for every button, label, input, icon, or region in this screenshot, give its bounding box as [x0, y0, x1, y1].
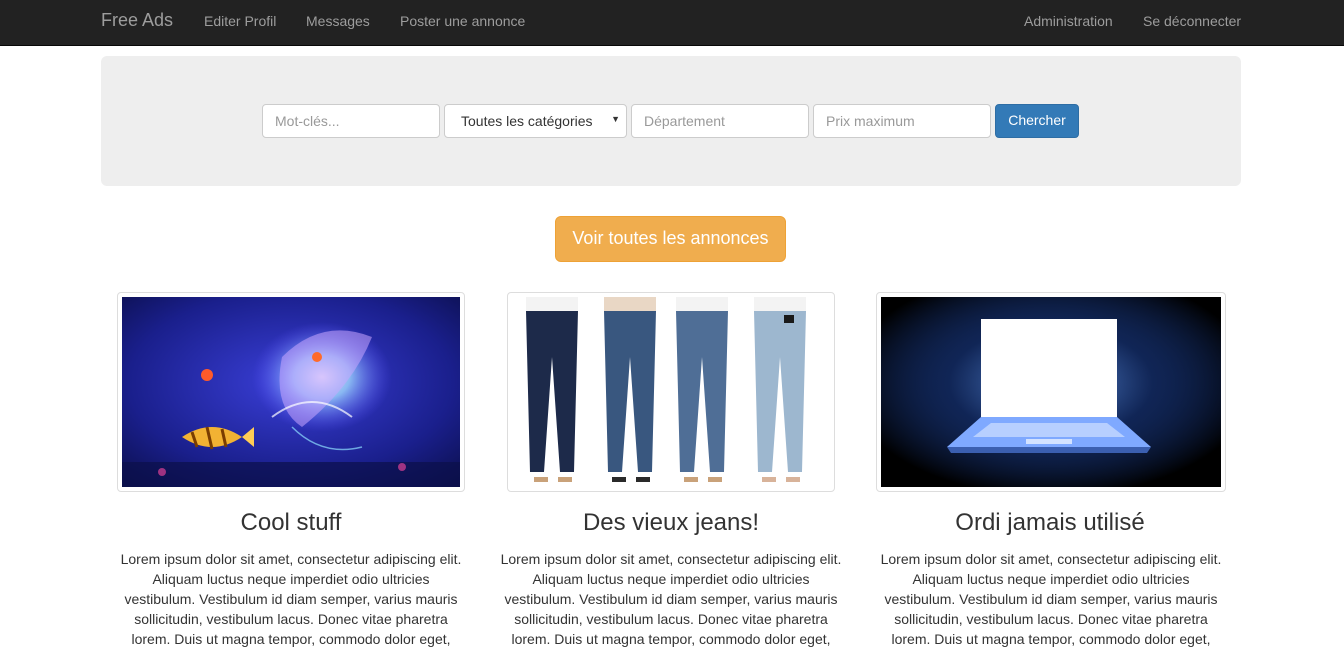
nav-messages[interactable]: Messages	[306, 13, 370, 29]
keywords-input[interactable]	[262, 104, 440, 138]
search-panel: Toutes les catégories ▼ Chercher	[101, 56, 1241, 186]
jeans-photo	[512, 297, 830, 487]
caret-down-icon: ▼	[611, 114, 620, 124]
max-price-input[interactable]	[813, 104, 991, 138]
ad-description-3: Lorem ipsum dolor sit amet, consectetur …	[880, 551, 1222, 647]
jellyfish-photo	[122, 297, 460, 487]
nav-edit-profile[interactable]: Editer Profil	[204, 13, 276, 29]
nav-administration[interactable]: Administration	[1024, 13, 1113, 29]
nav-logout[interactable]: Se déconnecter	[1143, 13, 1241, 29]
top-navbar: Free Ads Editer Profil Messages Poster u…	[0, 0, 1344, 46]
ad-title-1[interactable]: Cool stuff	[101, 509, 481, 537]
category-select[interactable]: Toutes les catégories ▼	[444, 104, 627, 138]
ad-thumbnail-3[interactable]	[876, 292, 1226, 492]
brand-link[interactable]: Free Ads	[101, 10, 173, 31]
ad-description-1: Lorem ipsum dolor sit amet, consectetur …	[120, 551, 462, 647]
search-button[interactable]: Chercher	[995, 104, 1079, 138]
category-select-value: Toutes les catégories	[461, 113, 593, 129]
ad-thumbnail-1[interactable]	[117, 292, 465, 492]
see-all-ads-button[interactable]: Voir toutes les annonces	[555, 216, 786, 262]
laptop-photo	[881, 297, 1221, 487]
ad-title-2[interactable]: Des vieux jeans!	[481, 509, 861, 537]
ad-description-2: Lorem ipsum dolor sit amet, consectetur …	[500, 551, 842, 647]
ad-thumbnail-2[interactable]	[507, 292, 835, 492]
nav-post-ad[interactable]: Poster une annonce	[400, 13, 525, 29]
department-input[interactable]	[631, 104, 809, 138]
ad-title-3[interactable]: Ordi jamais utilisé	[860, 509, 1240, 537]
